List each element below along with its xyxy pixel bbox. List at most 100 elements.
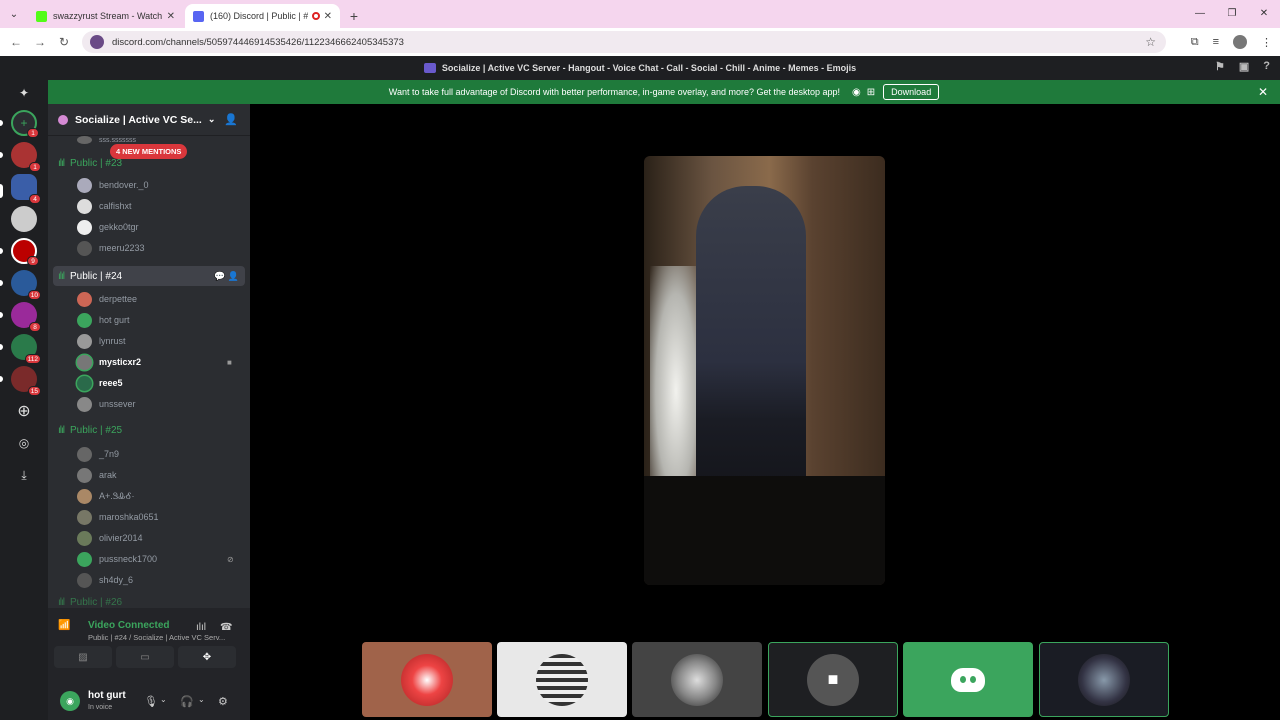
- restore-button[interactable]: ❐: [1216, 0, 1248, 28]
- browser-tab-kick[interactable]: swazzyrust Stream - Watch Live ✕: [28, 4, 183, 28]
- new-tab-button[interactable]: +: [342, 4, 366, 28]
- voice-member[interactable]: gekko0tgr: [77, 218, 139, 236]
- media-icon[interactable]: ≡: [1213, 36, 1219, 48]
- voice-member[interactable]: unssever: [77, 395, 136, 413]
- participant-tile[interactable]: [632, 642, 762, 717]
- chevron-down-icon[interactable]: ⌄: [160, 695, 167, 704]
- voice-member[interactable]: pussneck1700 ⊘: [77, 550, 234, 568]
- inbox-icon[interactable]: ▣: [1239, 60, 1249, 73]
- focused-video-stream[interactable]: [644, 156, 885, 585]
- disconnect-icon[interactable]: ☎: [220, 622, 232, 633]
- chevron-down-icon[interactable]: ⌄: [198, 695, 205, 704]
- server-icon[interactable]: 10: [11, 270, 41, 300]
- settings-gear-icon[interactable]: ⚙: [218, 695, 228, 708]
- server-header[interactable]: Socialize | Active VC Se... ⌄ 👤: [48, 104, 250, 136]
- invite-people-icon[interactable]: 👤: [224, 113, 238, 126]
- member-name: arak: [99, 470, 117, 480]
- voice-channel-26[interactable]: ılıl Public | #26: [58, 594, 122, 608]
- voice-member[interactable]: _7n9: [77, 445, 119, 463]
- tab-title: swazzyrust Stream - Watch Live: [53, 11, 163, 21]
- add-server-plus-icon[interactable]: ⊕: [11, 398, 37, 424]
- voice-wave-icon: ılıl: [58, 424, 65, 436]
- member-name: mysticxr2: [99, 357, 142, 367]
- server-icon[interactable]: [11, 206, 37, 232]
- reload-icon[interactable]: ↻: [52, 35, 76, 49]
- voice-member[interactable]: hot gurt: [77, 311, 130, 329]
- participant-tile[interactable]: [362, 642, 492, 717]
- voice-member[interactable]: meeru2233: [77, 239, 145, 257]
- invite-icon[interactable]: 👤: [228, 271, 239, 281]
- member-name: olivier2014: [99, 533, 143, 543]
- url-text: discord.com/channels/505974446914535426/…: [112, 36, 404, 48]
- user-avatar[interactable]: ◉: [60, 691, 80, 711]
- extensions-icon[interactable]: ⧉: [1191, 36, 1199, 49]
- chat-icon[interactable]: 💬: [214, 271, 225, 281]
- server-icon[interactable]: 112: [11, 334, 41, 364]
- deafened-icon: ⊘: [227, 554, 234, 564]
- camera-off-button[interactable]: ▨: [54, 646, 112, 668]
- voice-channel-23[interactable]: ılıl Public | #23: [58, 155, 122, 171]
- voice-member[interactable]: arak: [77, 466, 117, 484]
- user-name: hot gurt: [88, 690, 126, 701]
- voice-location[interactable]: Public | #24 / Socialize | Active VC Ser…: [88, 633, 225, 642]
- avatar: [77, 136, 92, 144]
- close-banner-icon[interactable]: ✕: [1258, 85, 1268, 99]
- server-icon[interactable]: 15: [11, 366, 41, 396]
- menu-icon[interactable]: ⋮: [1261, 36, 1272, 49]
- voice-connection-panel: 📶 Video Connected Public | #24 / Sociali…: [48, 608, 250, 684]
- voice-member[interactable]: calfishxt: [77, 197, 132, 215]
- bookmark-star-icon[interactable]: ☆: [1145, 35, 1156, 49]
- member-name: maroshka0651: [99, 512, 159, 522]
- add-server-icon[interactable]: +1: [11, 110, 39, 138]
- voice-member[interactable]: maroshka0651: [77, 508, 159, 526]
- participant-tile[interactable]: [497, 642, 627, 717]
- close-window-button[interactable]: ✕: [1248, 0, 1280, 28]
- tab-search-icon[interactable]: ⌄: [0, 0, 28, 28]
- server-icon[interactable]: 1: [11, 142, 41, 172]
- voice-member[interactable]: sh4dy_6: [77, 571, 133, 589]
- voice-member[interactable]: derpettee: [77, 290, 137, 308]
- server-icon[interactable]: 9: [11, 238, 39, 266]
- voice-member[interactable]: A+.ᏕᎲᎴ·: [77, 487, 134, 505]
- voice-stage: ■: [250, 104, 1280, 720]
- participant-tile-video-off[interactable]: ■: [768, 642, 898, 717]
- screen-share-button[interactable]: ▭: [116, 646, 174, 668]
- back-icon[interactable]: ←: [4, 35, 28, 49]
- microphone-icon[interactable]: 🎙: [144, 695, 158, 708]
- close-tab-icon[interactable]: ✕: [324, 11, 332, 22]
- participant-tile-self[interactable]: [903, 642, 1033, 717]
- voice-channel-25[interactable]: ılıl Public | #25: [58, 422, 122, 438]
- participant-avatar: [671, 653, 723, 706]
- channel-name: Public | #24: [70, 270, 123, 282]
- discord-home-icon[interactable]: ✦: [11, 80, 37, 106]
- member-name: calfishxt: [99, 201, 132, 211]
- download-button[interactable]: Download: [883, 84, 940, 100]
- forward-icon[interactable]: →: [28, 35, 52, 49]
- url-field[interactable]: discord.com/channels/505974446914535426/…: [82, 31, 1166, 53]
- download-apps-icon[interactable]: ⤓: [11, 462, 37, 488]
- server-icon[interactable]: 8: [11, 302, 41, 332]
- voice-member[interactable]: bendover._0: [77, 176, 149, 194]
- avatar: [77, 551, 92, 567]
- profile-avatar[interactable]: [1233, 35, 1247, 49]
- headphones-icon[interactable]: 🎧: [180, 695, 194, 708]
- server-icon-socialize[interactable]: 4: [11, 174, 41, 204]
- voice-member[interactable]: olivier2014: [77, 529, 143, 547]
- voice-channel-24[interactable]: ılıl Public | #24 💬 👤: [53, 266, 245, 286]
- close-tab-icon[interactable]: ✕: [167, 11, 175, 22]
- voice-member[interactable]: mysticxr2 ■: [77, 353, 232, 371]
- minimize-button[interactable]: —: [1184, 0, 1216, 28]
- voice-member[interactable]: reee5: [77, 374, 123, 392]
- avatar: [77, 198, 92, 214]
- signal-icon[interactable]: 📶: [58, 620, 70, 631]
- browser-tab-discord[interactable]: (160) Discord | Public | #24 ✕: [185, 4, 340, 28]
- noise-suppression-icon[interactable]: ılıl: [196, 622, 206, 633]
- participant-tile[interactable]: [1039, 642, 1169, 717]
- flag-icon[interactable]: ⚑: [1215, 60, 1225, 73]
- site-info-icon[interactable]: [90, 35, 104, 49]
- help-icon[interactable]: ?: [1263, 60, 1270, 73]
- android-icon: ◉: [852, 86, 861, 98]
- explore-icon[interactable]: ◎: [11, 430, 37, 456]
- voice-member[interactable]: lynrust: [77, 332, 126, 350]
- activities-button[interactable]: ✥: [178, 646, 236, 668]
